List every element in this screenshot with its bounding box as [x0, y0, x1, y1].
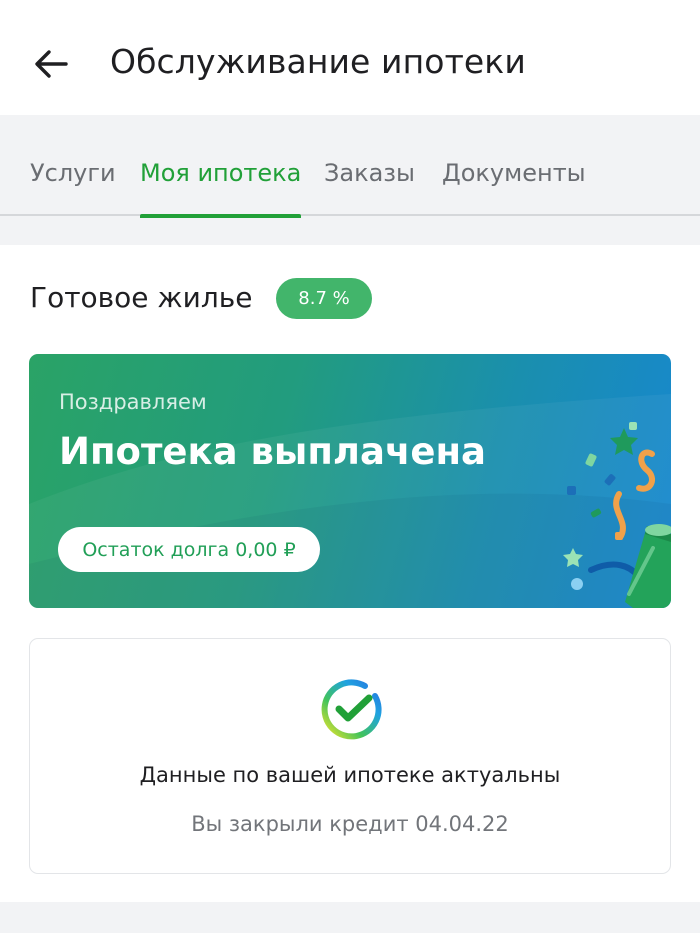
arrow-left-icon	[35, 50, 68, 78]
back-button[interactable]	[26, 40, 76, 88]
page-title: Обслуживание ипотеки	[110, 42, 526, 81]
banner-subtitle: Поздравляем	[59, 390, 207, 414]
tab-my-mortgage[interactable]: Моя ипотека	[140, 159, 302, 218]
tab-services[interactable]: Услуги	[30, 159, 116, 216]
rate-badge: 8.7 %	[276, 278, 372, 319]
paid-off-banner: Поздравляем Ипотека выплачена Остаток до…	[29, 354, 671, 608]
mortgage-content: Готовое жилье 8.7 % Поздравляем Ипотека …	[0, 245, 700, 902]
product-name: Готовое жилье	[30, 281, 253, 314]
tab-orders[interactable]: Заказы	[324, 159, 415, 216]
status-title: Данные по вашей ипотеке актуальны	[139, 763, 561, 787]
tab-bar: Услуги Моя ипотека Заказы Документы	[0, 115, 700, 218]
banner-title: Ипотека выплачена	[59, 430, 486, 473]
party-popper-icon	[563, 422, 671, 608]
status-subtitle: Вы закрыли кредит 04.04.22	[191, 812, 509, 836]
tab-documents[interactable]: Документы	[442, 159, 586, 216]
debt-remaining-pill[interactable]: Остаток долга 0,00 ₽	[58, 527, 320, 572]
sber-check-icon	[321, 679, 382, 740]
tabs-area: Услуги Моя ипотека Заказы Документы	[0, 115, 700, 245]
mortgage-status-card: Данные по вашей ипотеке актуальны Вы зак…	[29, 638, 671, 874]
app-header: Обслуживание ипотеки	[0, 0, 700, 115]
